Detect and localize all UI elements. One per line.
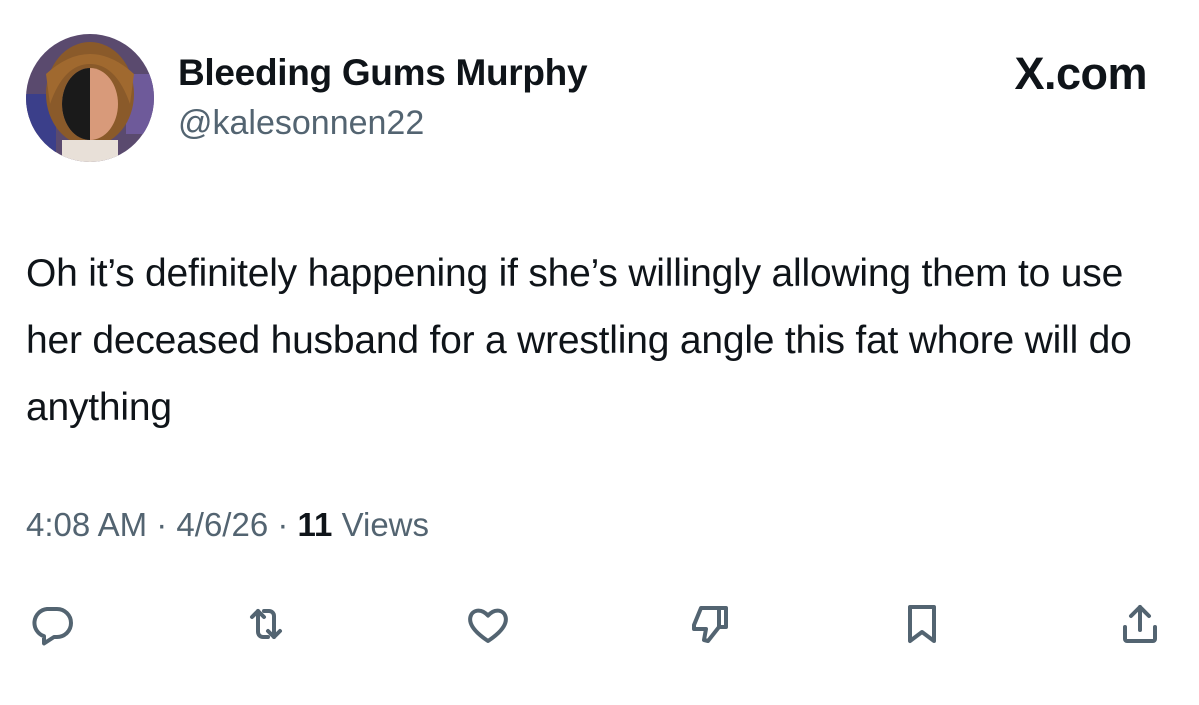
avatar[interactable] xyxy=(26,34,154,162)
share-icon xyxy=(1123,605,1157,643)
bookmark-button[interactable] xyxy=(894,596,950,652)
heart-icon xyxy=(468,608,508,643)
thumbs-down-icon xyxy=(692,606,728,643)
reply-button[interactable] xyxy=(24,596,80,652)
bookmark-icon xyxy=(908,605,936,643)
views-label: Views xyxy=(341,506,430,543)
meta-separator: · xyxy=(277,506,289,543)
tweet-meta: 4:08 AM · 4/6/26 · 11 Views xyxy=(26,506,429,544)
tweet-time[interactable]: 4:08 AM xyxy=(26,506,147,543)
tweet-text: Oh it’s definitely happening if she’s wi… xyxy=(26,252,1132,429)
share-button[interactable] xyxy=(1112,596,1168,652)
brand-watermark: X.com xyxy=(1014,48,1147,99)
like-button[interactable] xyxy=(460,596,516,652)
display-name[interactable]: Bleeding Gums Murphy xyxy=(178,52,588,94)
meta-separator: · xyxy=(156,506,168,543)
tweet-date[interactable]: 4/6/26 xyxy=(176,506,268,543)
views-count: 11 xyxy=(297,506,333,543)
action-bar xyxy=(0,596,1199,652)
user-handle[interactable]: @kalesonnen22 xyxy=(178,104,424,143)
reply-icon xyxy=(32,607,73,646)
avatar-image xyxy=(26,34,154,162)
dislike-button[interactable] xyxy=(682,596,738,652)
repost-button[interactable] xyxy=(238,596,294,652)
repost-icon xyxy=(250,609,282,639)
